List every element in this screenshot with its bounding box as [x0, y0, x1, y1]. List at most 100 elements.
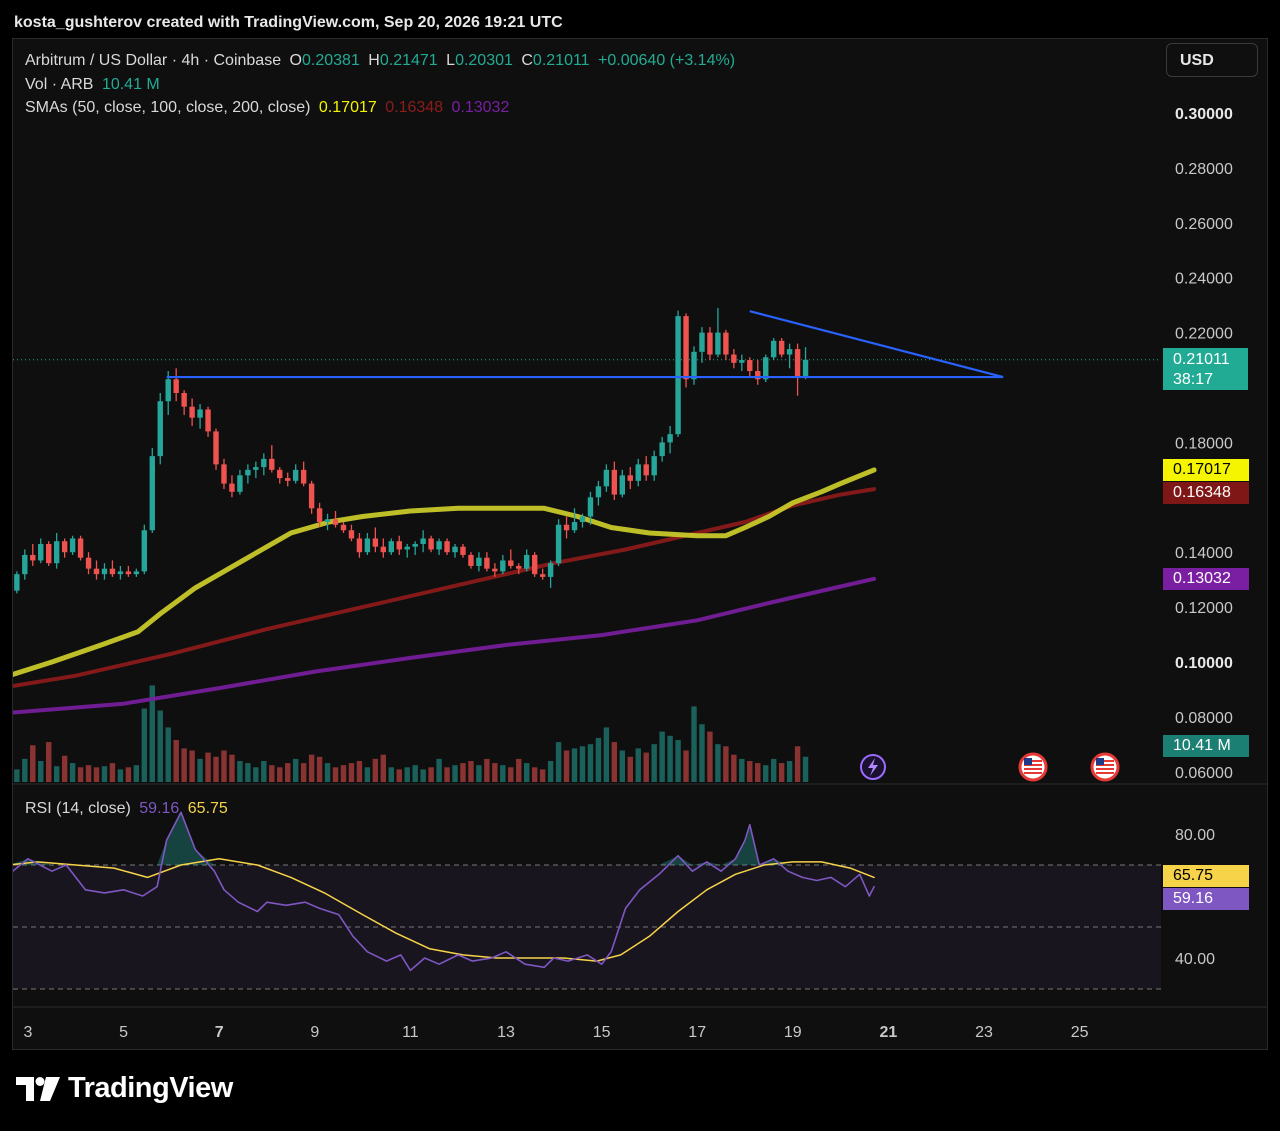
volume-bar	[731, 754, 737, 782]
volume-bar	[468, 761, 474, 782]
volume-bar	[412, 765, 418, 782]
volume-value: 10.41 M	[101, 76, 160, 93]
us-flag-icon-canton	[1096, 758, 1104, 765]
sma-label[interactable]: SMAs (50, close, 100, close, 200, close)	[25, 99, 310, 116]
candle-countdown: 38:17	[1173, 371, 1214, 388]
volume-bar	[460, 763, 466, 782]
candle-body	[627, 475, 633, 481]
volume-bar	[571, 748, 578, 782]
candle-body	[683, 316, 689, 380]
rsi-ma-badge: 65.75	[1163, 865, 1249, 887]
candle-body	[388, 541, 394, 553]
candle-body	[675, 316, 681, 435]
price-axis-label: 0.26000	[1175, 216, 1233, 233]
candle-body	[484, 557, 490, 569]
candle-body	[269, 458, 275, 470]
change-value: +0.00640 (+3.14%)	[598, 52, 736, 69]
time-axis-label: 11	[402, 1024, 419, 1041]
volume-bar	[396, 769, 402, 782]
price-axis-label: 0.10000	[1175, 655, 1233, 672]
volume-bar	[285, 763, 291, 782]
volume-bar	[316, 756, 323, 782]
volume-bar	[524, 763, 530, 782]
candle-body	[356, 538, 363, 553]
candle-body	[460, 546, 466, 555]
volume-bar	[739, 758, 745, 782]
candle-body	[253, 467, 259, 470]
volume-bar	[237, 761, 243, 782]
candle-body	[277, 469, 283, 479]
volume-bar	[364, 767, 371, 782]
time-axis-label: 9	[310, 1024, 319, 1041]
volume-bar	[53, 766, 60, 782]
rsi-legend: RSI (14, close) 59.16 65.75	[25, 800, 232, 818]
open-value: 0.20381	[302, 52, 360, 69]
volume-bar	[643, 752, 649, 782]
candle-body	[324, 519, 331, 523]
volume-bar	[22, 758, 28, 782]
time-axis-label: 25	[1071, 1024, 1089, 1041]
candle-body	[619, 475, 626, 495]
symbol-title[interactable]: Arbitrum / US Dollar · 4h · Coinbase	[25, 52, 281, 69]
volume-bar	[348, 763, 355, 782]
rsi-value: 59.16	[139, 800, 180, 817]
candle-body	[802, 359, 809, 378]
candle-body	[125, 571, 132, 575]
candle-body	[500, 560, 506, 572]
candle-body	[691, 351, 697, 380]
candle-body	[611, 469, 618, 495]
candle-body	[786, 349, 793, 355]
volume-bar	[444, 767, 450, 782]
candle-body	[237, 475, 243, 492]
volume-bar	[332, 767, 339, 782]
candle-body	[659, 442, 665, 457]
candle-body	[14, 574, 20, 591]
volume-bar	[205, 752, 211, 782]
candle-body	[332, 519, 339, 525]
price-axis-label: 0.28000	[1175, 161, 1233, 178]
candle-body	[316, 508, 323, 523]
currency-button[interactable]: USD	[1166, 43, 1258, 77]
volume-bar	[30, 745, 36, 782]
volume-bar	[755, 763, 761, 782]
candle-body	[292, 469, 299, 481]
volume-bar	[683, 750, 689, 782]
volume-bar	[173, 740, 179, 782]
candle-body	[181, 392, 187, 407]
time-axis-label: 19	[784, 1024, 802, 1041]
candle-body	[707, 332, 713, 355]
volume-label[interactable]: Vol · ARB	[25, 76, 93, 93]
candle-body	[133, 571, 140, 575]
candle-body	[468, 554, 474, 566]
chart-panel[interactable]: 0.30000 0.28000 0.26000 0.24000 0.22000 0.180…	[12, 38, 1268, 1050]
high-value: 0.21471	[379, 52, 438, 69]
candle-body	[364, 538, 371, 553]
volume-bar	[356, 761, 363, 782]
volume-bar	[340, 765, 347, 782]
candle-body	[173, 379, 179, 393]
sma100-line	[13, 487, 877, 689]
rsi-label[interactable]: RSI (14, close)	[25, 800, 131, 817]
volume-bar	[547, 761, 554, 782]
sma200-value: 0.13032	[451, 99, 510, 116]
volume-bar	[516, 758, 522, 782]
time-axis-label: 15	[593, 1024, 611, 1041]
candle-body	[770, 340, 777, 358]
chart-canvas[interactable]: 0.30000 0.28000 0.26000 0.24000 0.22000 0.180…	[13, 39, 1267, 1049]
candle-body	[85, 557, 92, 569]
volume-bar	[595, 737, 602, 782]
candle-body	[245, 469, 251, 476]
candle-body	[205, 409, 211, 432]
volume-bar	[101, 766, 108, 782]
candle-body	[731, 354, 737, 363]
sma100-price-badge: 0.16348	[1163, 482, 1249, 504]
tradingview-logo[interactable]: TradingView	[16, 1072, 233, 1105]
candle-body	[539, 574, 546, 577]
candle-body	[165, 379, 171, 402]
rsi-ma-value: 65.75	[187, 800, 228, 817]
volume-bar	[388, 767, 394, 782]
candle-body	[38, 543, 44, 561]
candle-body	[747, 360, 753, 372]
volume-bar	[277, 767, 283, 782]
candle-body	[428, 538, 434, 550]
